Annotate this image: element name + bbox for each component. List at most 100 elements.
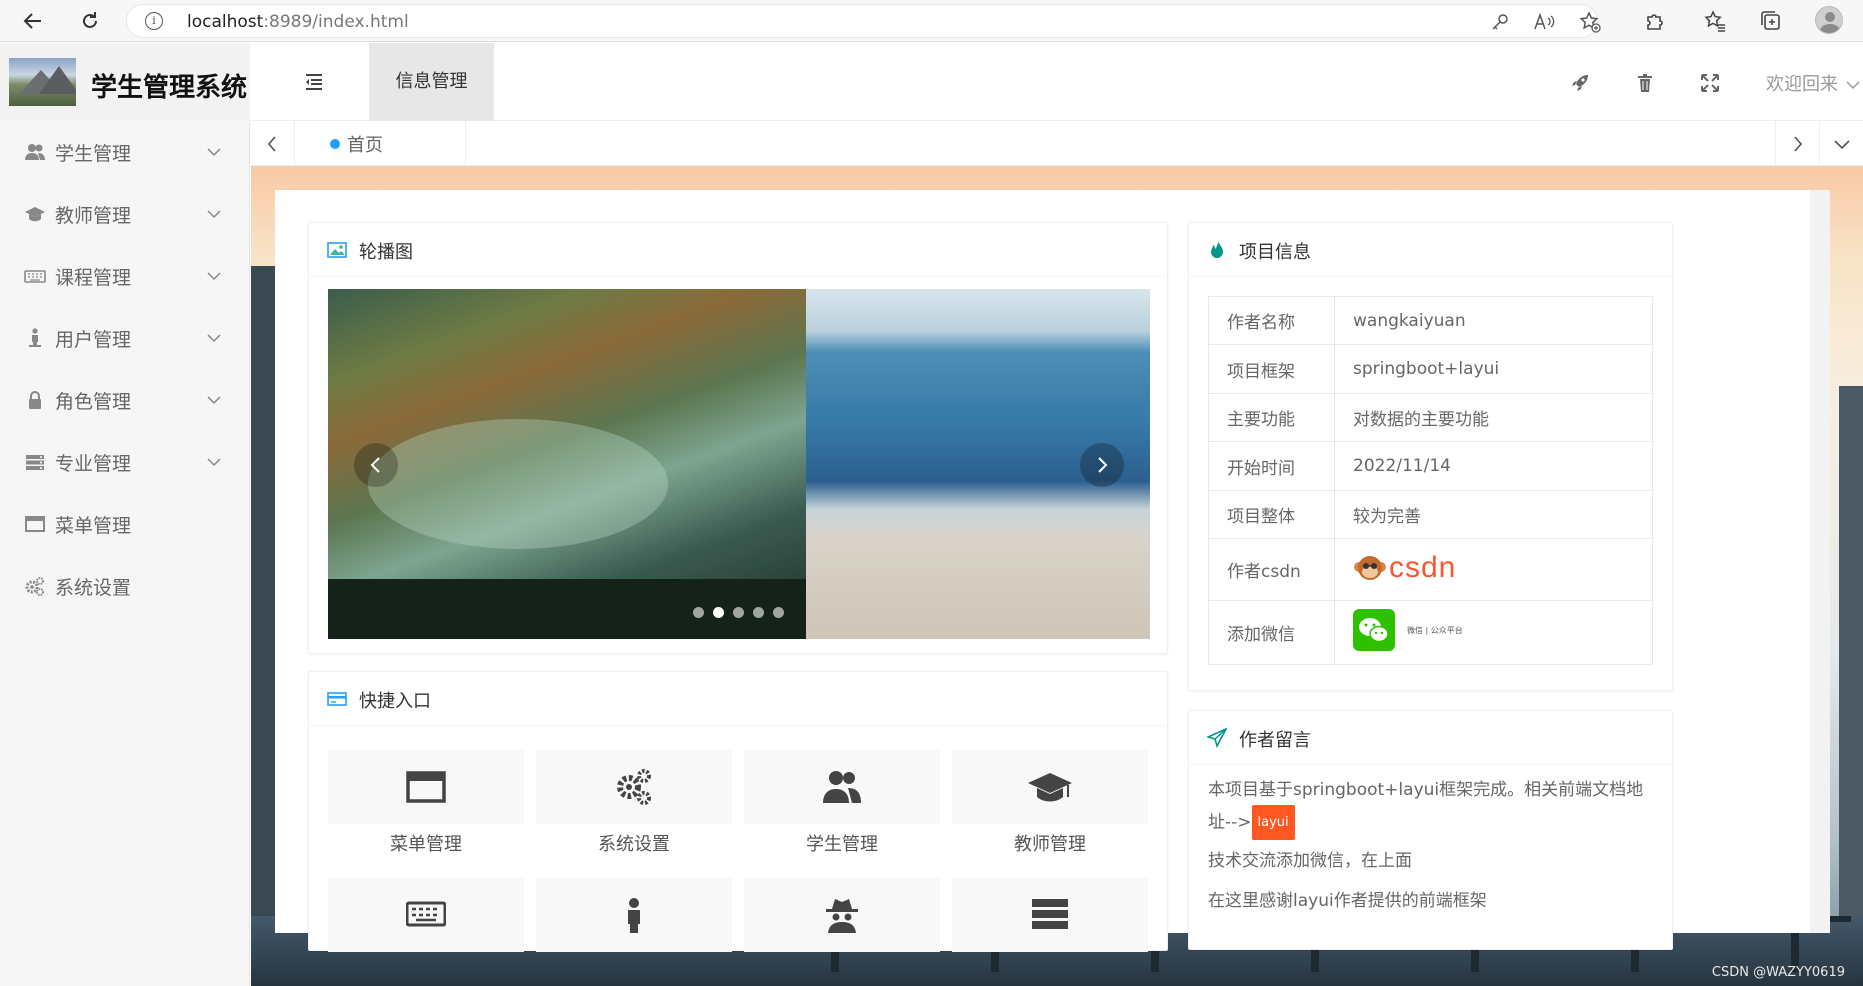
wechat-icon: [1353, 609, 1395, 651]
tab-scroll-right-button[interactable]: [1775, 121, 1819, 166]
extensions-button[interactable]: [1640, 6, 1670, 36]
csdn-logo[interactable]: CSDN: [1353, 551, 1456, 585]
quick-entry-menu[interactable]: 菜单管理: [328, 750, 524, 858]
sidebar-item-student[interactable]: 学生管理: [0, 121, 250, 183]
back-button[interactable]: [18, 6, 48, 36]
arrow-left-icon: [23, 13, 41, 29]
card-title: 快捷入口: [359, 691, 431, 712]
cell-value: 较为完善: [1334, 490, 1653, 539]
carousel-dot[interactable]: [733, 607, 744, 618]
cell-key: 开始时间: [1208, 441, 1335, 491]
table-row: 作者csdn CSDN: [1208, 538, 1653, 601]
rocket-icon: [1572, 75, 1588, 91]
quick-entry-card: 快捷入口 菜单管理 系统设置 学生管理 教师管理: [308, 671, 1168, 952]
quick-entry-box: [536, 878, 732, 952]
url-text: localhost:8989/index.html: [187, 12, 409, 32]
cell-key: 项目整体: [1208, 490, 1335, 539]
chevron-down-icon: [207, 458, 221, 467]
quick-entry-label: 学生管理: [806, 834, 878, 855]
card-header: 轮播图: [309, 223, 1167, 277]
card-title: 项目信息: [1239, 242, 1311, 263]
graduation-cap-icon: [25, 207, 45, 222]
profile-avatar[interactable]: [1815, 6, 1843, 34]
sidebar-item-role[interactable]: 角色管理: [0, 369, 250, 431]
wechat-logo[interactable]: 微信 | 公众平台: [1353, 609, 1463, 651]
address-bar[interactable]: i localhost:8989/index.html: [126, 4, 1601, 38]
quick-entry-course[interactable]: [328, 878, 524, 986]
key-icon[interactable]: [1491, 13, 1509, 31]
trash-icon: [1638, 74, 1652, 92]
site-info-icon[interactable]: i: [145, 12, 163, 30]
quick-entry-label: 系统设置: [598, 834, 670, 855]
sidebar-toggle-button[interactable]: [300, 69, 328, 95]
sidebar-item-label: 角色管理: [55, 390, 132, 413]
rocket-button[interactable]: [1569, 72, 1591, 94]
favorites-icon: [1704, 10, 1725, 32]
carousel-dot[interactable]: [753, 607, 764, 618]
table-row: 添加微信 微信 | 公众平台: [1208, 600, 1653, 665]
fullscreen-button[interactable]: [1699, 72, 1721, 94]
user-icon: [628, 898, 640, 933]
quick-entry-settings[interactable]: 系统设置: [536, 750, 732, 858]
sidebar-item-menu[interactable]: 菜单管理: [0, 493, 250, 555]
chevron-down-icon: [1846, 81, 1860, 90]
read-aloud-icon[interactable]: [1533, 12, 1555, 32]
nav-tab-info-management[interactable]: 信息管理: [369, 43, 494, 121]
graduation-cap-icon: [1028, 773, 1072, 802]
carousel-prev-button[interactable]: [354, 443, 398, 487]
indent-icon: [306, 74, 322, 90]
card-header: 项目信息: [1189, 223, 1672, 277]
collections-icon: [1761, 11, 1780, 30]
user-icon: [29, 328, 41, 347]
table-row: 主要功能 对数据的主要功能: [1208, 393, 1653, 442]
gears-icon: [25, 577, 44, 596]
url-path: :8989/index.html: [263, 12, 409, 32]
image-carousel[interactable]: [328, 289, 1150, 639]
quick-entry-user[interactable]: [536, 878, 732, 986]
collections-button[interactable]: [1756, 6, 1786, 36]
sidebar-item-course[interactable]: 课程管理: [0, 245, 250, 307]
table-row: 项目整体 较为完善: [1208, 490, 1653, 539]
chevron-left-icon: [267, 136, 276, 152]
layui-link-tag[interactable]: layui: [1251, 805, 1295, 840]
app-header: 学生管理系统 信息管理 欢迎回来: [0, 43, 1863, 121]
carousel-next-button[interactable]: [1080, 443, 1124, 487]
favorite-add-icon[interactable]: [1579, 11, 1601, 33]
quick-entry-major[interactable]: [952, 878, 1148, 986]
cell-value: springboot+layui: [1334, 344, 1653, 394]
carousel-dot-active[interactable]: [713, 607, 724, 618]
tab-home[interactable]: 首页: [316, 121, 466, 166]
user-menu[interactable]: 欢迎回来: [1766, 70, 1860, 96]
sidebar-item-label: 系统设置: [55, 576, 132, 599]
table-row: 项目框架 springboot+layui: [1208, 344, 1653, 394]
watermark: CSDN @WAZYY0619: [1711, 965, 1845, 980]
tab-scroll-left-button[interactable]: [251, 121, 295, 166]
quick-entry-teacher[interactable]: 教师管理: [952, 750, 1148, 858]
chevron-right-icon: [1794, 136, 1803, 152]
reload-button[interactable]: [75, 6, 105, 36]
sidebar-item-settings[interactable]: 系统设置: [0, 555, 250, 617]
server-icon: [26, 455, 44, 470]
sidebar-item-major[interactable]: 专业管理: [0, 431, 250, 493]
carousel-card: 轮播图: [308, 222, 1168, 654]
sidebar-item-teacher[interactable]: 教师管理: [0, 183, 250, 245]
active-dot: [330, 139, 340, 149]
quick-entry-role[interactable]: [744, 878, 940, 986]
sidebar-item-label: 菜单管理: [55, 514, 132, 537]
sidebar-item-label: 教师管理: [55, 204, 132, 227]
carousel-dot[interactable]: [773, 607, 784, 618]
quick-entry-student[interactable]: 学生管理: [744, 750, 940, 858]
cell-key: 项目框架: [1208, 344, 1335, 394]
csdn-logo-cell: CSDN: [1334, 538, 1653, 601]
window-icon: [25, 516, 45, 532]
dashboard-content: 轮播图 快捷入口 菜单管理 系统设置 学生管理 教师管理 项目信息 作者名称 w…: [275, 190, 1810, 952]
favorites-button[interactable]: [1700, 6, 1730, 36]
card-header: 快捷入口: [309, 672, 1167, 726]
users-icon: [823, 771, 861, 803]
cell-key: 主要功能: [1208, 393, 1335, 442]
tab-options-button[interactable]: [1819, 121, 1863, 166]
carousel-dot[interactable]: [693, 607, 704, 618]
sidebar-item-user[interactable]: 用户管理: [0, 307, 250, 369]
carousel-slide-forest: [328, 289, 806, 639]
clear-cache-button[interactable]: [1634, 72, 1656, 94]
